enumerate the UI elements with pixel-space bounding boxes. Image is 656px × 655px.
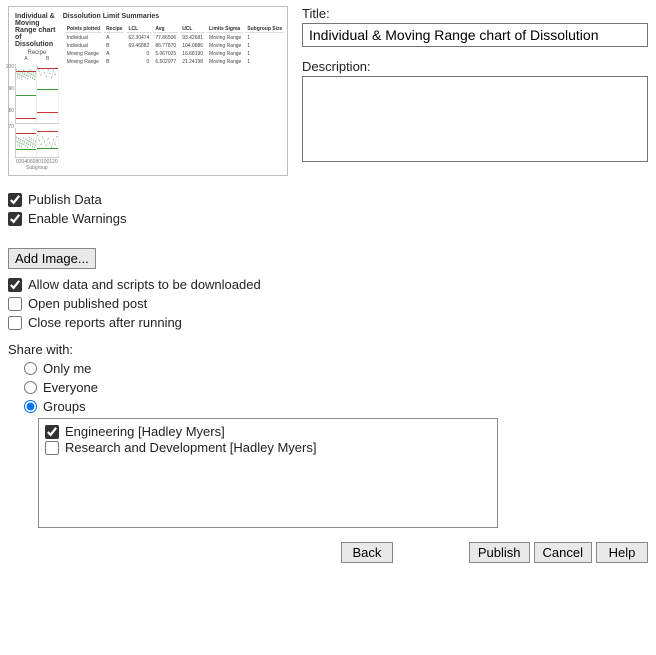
description-input[interactable] (302, 76, 648, 162)
report-thumbnail: Individual & Moving Range chart of Disso… (8, 6, 288, 176)
group-label: Engineering [Hadley Myers] (65, 424, 225, 439)
enable-warnings-checkbox[interactable] (8, 212, 22, 226)
thumb-summary-table: Points plottedRecipeLCLAvgUCLLimits Sigm… (63, 24, 287, 67)
allow-download-checkbox[interactable] (8, 278, 22, 292)
back-button[interactable]: Back (341, 542, 393, 563)
share-everyone-radio[interactable] (24, 381, 37, 394)
share-everyone-label: Everyone (43, 380, 98, 395)
help-button[interactable]: Help (596, 542, 648, 563)
close-reports-label: Close reports after running (28, 315, 182, 330)
cancel-button[interactable]: Cancel (534, 542, 592, 563)
title-label: Title: (302, 6, 648, 21)
thumb-moving-range-chart: Moving Range(Dissolution) (15, 128, 59, 158)
thumb-chart-title: Individual & Moving Range chart of Disso… (15, 13, 59, 48)
allow-download-label: Allow data and scripts to be downloaded (28, 277, 261, 292)
share-groups-label: Groups (43, 399, 86, 414)
group-checkbox[interactable] (45, 425, 59, 439)
open-published-label: Open published post (28, 296, 147, 311)
share-with-label: Share with: (8, 342, 648, 357)
description-label: Description: (302, 59, 648, 74)
publish-button[interactable]: Publish (469, 542, 530, 563)
share-only-me-radio[interactable] (24, 362, 37, 375)
close-reports-checkbox[interactable] (8, 316, 22, 330)
title-input[interactable] (302, 23, 648, 47)
thumb-facet-a: A (15, 56, 37, 62)
add-image-button[interactable]: Add Image... (8, 248, 96, 269)
groups-listbox[interactable]: Engineering [Hadley Myers] Research and … (38, 418, 498, 528)
group-checkbox[interactable] (45, 441, 59, 455)
open-published-checkbox[interactable] (8, 297, 22, 311)
publish-data-label: Publish Data (28, 192, 102, 207)
thumb-summary-title: Dissolution Limit Summaries (63, 13, 287, 20)
enable-warnings-label: Enable Warnings (28, 211, 127, 226)
publish-data-checkbox[interactable] (8, 193, 22, 207)
group-label: Research and Development [Hadley Myers] (65, 440, 316, 455)
share-only-me-label: Only me (43, 361, 91, 376)
share-groups-radio[interactable] (24, 400, 37, 413)
thumb-individual-chart: Dissolution 100 90 80 70 (15, 64, 59, 124)
thumb-facet-b: B (37, 56, 59, 62)
